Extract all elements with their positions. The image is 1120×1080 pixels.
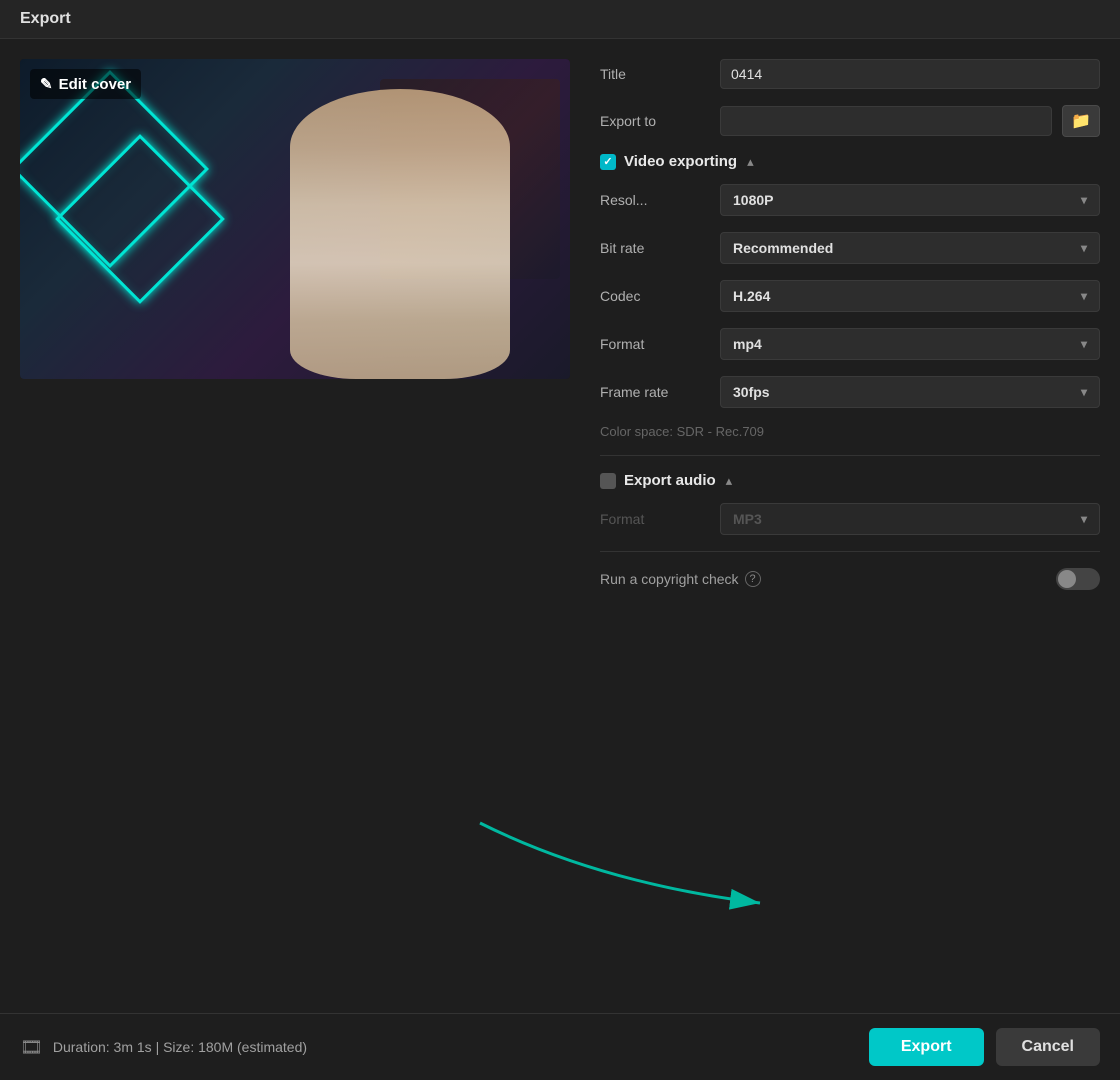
framerate-row: Frame rate 30fps ▾ <box>600 376 1100 408</box>
format-label: Format <box>600 336 710 352</box>
title-label: Title <box>600 66 710 82</box>
left-panel: ✎ Edit cover <box>0 39 590 1013</box>
video-exporting-header: ✓ Video exporting ▴ <box>600 153 1100 170</box>
bottom-buttons: Export Cancel <box>869 1028 1100 1066</box>
bitrate-row: Bit rate Recommended ▾ <box>600 232 1100 264</box>
audio-format-chevron-down-icon: ▾ <box>1081 512 1087 526</box>
copyright-label-group: Run a copyright check ? <box>600 571 761 587</box>
video-exporting-checkbox[interactable]: ✓ <box>600 154 616 170</box>
dialog-body: ✎ Edit cover Title Export to 📁 <box>0 39 1120 1013</box>
audio-format-value: MP3 <box>733 511 762 527</box>
edit-cover-button[interactable]: ✎ Edit cover <box>30 69 141 99</box>
audio-exporting-chevron[interactable]: ▴ <box>726 473 733 489</box>
export-button[interactable]: Export <box>869 1028 984 1066</box>
export-to-label: Export to <box>600 113 710 129</box>
folder-icon: 📁 <box>1071 111 1091 131</box>
export-to-row: Export to 📁 <box>600 105 1100 137</box>
audio-format-row: Format MP3 ▾ <box>600 503 1100 535</box>
export-dialog: Export ✎ Edit cover <box>0 0 1120 1080</box>
pencil-icon: ✎ <box>40 75 53 93</box>
video-thumbnail <box>20 59 570 379</box>
format-value: mp4 <box>733 336 762 352</box>
codec-row: Codec H.264 ▾ <box>600 280 1100 312</box>
bottom-bar: 🎞 Duration: 3m 1s | Size: 180M (estimate… <box>0 1013 1120 1080</box>
resolution-value: 1080P <box>733 192 773 208</box>
resolution-label: Resol... <box>600 192 710 208</box>
bitrate-chevron-down-icon: ▾ <box>1081 241 1087 255</box>
copyright-toggle[interactable] <box>1056 568 1100 590</box>
codec-select[interactable]: H.264 ▾ <box>720 280 1100 312</box>
audio-format-label: Format <box>600 511 710 527</box>
audio-exporting-header: Export audio ▴ <box>600 472 1100 489</box>
resolution-row: Resol... 1080P ▾ <box>600 184 1100 216</box>
copyright-label-text: Run a copyright check <box>600 571 739 587</box>
cancel-button[interactable]: Cancel <box>996 1028 1100 1066</box>
audio-exporting-checkbox[interactable] <box>600 473 616 489</box>
bitrate-value: Recommended <box>733 240 833 256</box>
section-divider-1 <box>600 455 1100 456</box>
dialog-titlebar: Export <box>0 0 1120 39</box>
section-divider-2 <box>600 551 1100 552</box>
framerate-chevron-down-icon: ▾ <box>1081 385 1087 399</box>
person-silhouette <box>290 89 510 379</box>
audio-format-select[interactable]: MP3 ▾ <box>720 503 1100 535</box>
color-space: Color space: SDR - Rec.709 <box>600 424 1100 439</box>
copyright-row: Run a copyright check ? <box>600 568 1100 590</box>
video-exporting-title: Video exporting <box>624 153 737 170</box>
dialog-title: Export <box>20 10 71 27</box>
framerate-label: Frame rate <box>600 384 710 400</box>
format-chevron-down-icon: ▾ <box>1081 337 1087 351</box>
title-input[interactable] <box>720 59 1100 89</box>
format-select[interactable]: mp4 ▾ <box>720 328 1100 360</box>
duration-text: Duration: 3m 1s | Size: 180M (estimated) <box>53 1039 307 1055</box>
format-row: Format mp4 ▾ <box>600 328 1100 360</box>
codec-chevron-down-icon: ▾ <box>1081 289 1087 303</box>
film-icon: 🎞 <box>20 1037 43 1058</box>
title-row: Title <box>600 59 1100 89</box>
codec-label: Codec <box>600 288 710 304</box>
edit-cover-label: Edit cover <box>59 76 132 93</box>
framerate-select[interactable]: 30fps ▾ <box>720 376 1100 408</box>
copyright-info-icon[interactable]: ? <box>745 571 761 587</box>
right-panel: Title Export to 📁 ✓ Video exporting ▴ <box>590 39 1120 1013</box>
resolution-chevron-down-icon: ▾ <box>1081 193 1087 207</box>
duration-info: 🎞 Duration: 3m 1s | Size: 180M (estimate… <box>20 1037 307 1058</box>
bitrate-select[interactable]: Recommended ▾ <box>720 232 1100 264</box>
bitrate-label: Bit rate <box>600 240 710 256</box>
folder-button[interactable]: 📁 <box>1062 105 1100 137</box>
codec-value: H.264 <box>733 288 770 304</box>
resolution-select[interactable]: 1080P ▾ <box>720 184 1100 216</box>
video-exporting-chevron[interactable]: ▴ <box>747 154 754 170</box>
export-to-input[interactable] <box>720 106 1052 136</box>
framerate-value: 30fps <box>733 384 770 400</box>
video-preview-container: ✎ Edit cover <box>20 59 570 379</box>
checkmark-icon: ✓ <box>603 155 612 168</box>
audio-exporting-title: Export audio <box>624 472 716 489</box>
toggle-knob <box>1058 570 1076 588</box>
